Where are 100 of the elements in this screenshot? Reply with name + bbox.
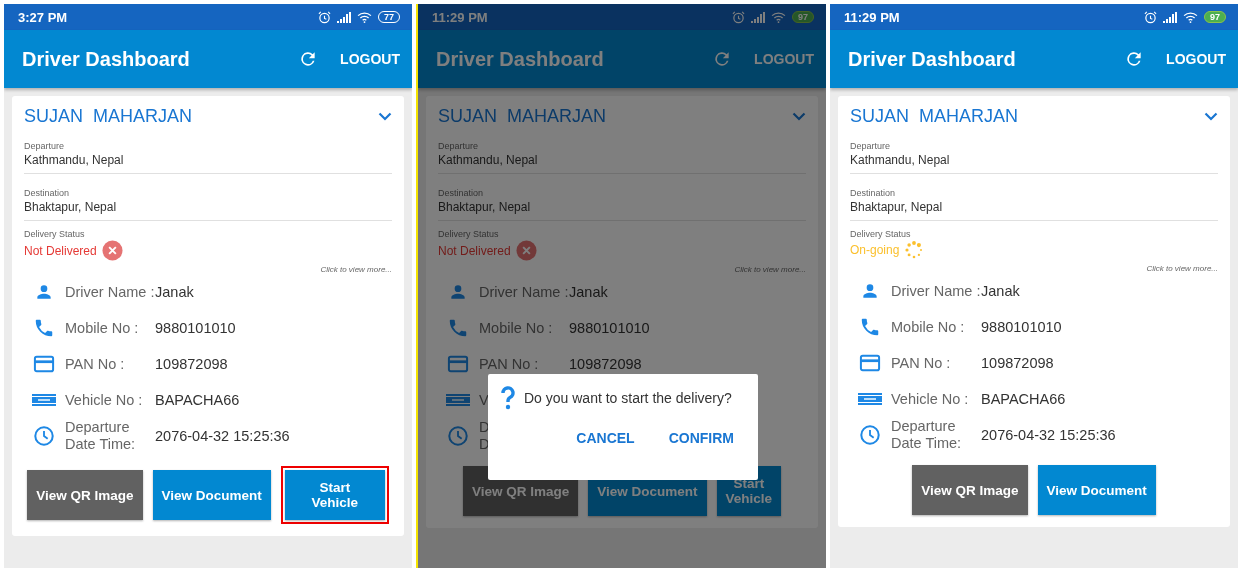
detail-label: Mobile No : xyxy=(891,318,966,336)
clock-icon xyxy=(447,425,469,447)
app-title: Driver Dashboard xyxy=(848,47,1016,71)
action-button[interactable]: View Document xyxy=(1037,465,1156,515)
person-icon xyxy=(860,281,880,301)
detail-value: BAPACHA66 xyxy=(981,391,1066,407)
detail-value: 109872098 xyxy=(155,356,228,372)
detail-label: Vehicle No : xyxy=(891,390,970,408)
detail-value: 9880101010 xyxy=(155,320,236,336)
detail-value: 9880101010 xyxy=(569,320,650,336)
detail-value: 2076-04-32 15:25:36 xyxy=(155,428,290,444)
signal-icon xyxy=(751,11,765,23)
license-plate-icon xyxy=(32,394,56,406)
detail-value: 9880101010 xyxy=(981,319,1062,335)
delivery-status: Not Delivered xyxy=(438,243,511,258)
detail-label: Departure Date Time: xyxy=(891,418,963,452)
error-icon xyxy=(515,240,537,261)
person-icon xyxy=(34,282,54,302)
view-more-link[interactable]: Click to view more... xyxy=(850,264,1218,273)
detail-label: PAN No : xyxy=(479,355,540,373)
detail-label: Driver Name : xyxy=(891,282,981,300)
logout-button[interactable]: LOGOUT xyxy=(754,51,814,67)
credit-card-icon xyxy=(859,353,881,373)
field-label: Destination xyxy=(24,188,71,198)
field-value: Bhaktapur, Nepal xyxy=(24,200,118,214)
field-label: Departure xyxy=(850,141,892,151)
detail-value: 109872098 xyxy=(981,355,1054,371)
dialog-button[interactable]: CANCEL xyxy=(574,426,637,450)
license-plate-icon xyxy=(858,393,882,405)
delivery-status: Not Delivered xyxy=(24,243,97,258)
view-more-link[interactable]: Click to view more... xyxy=(24,265,392,274)
detail-label: Mobile No : xyxy=(479,319,554,337)
signal-icon xyxy=(337,11,351,23)
field-value: Kathmandu, Nepal xyxy=(24,153,125,167)
clock-time: 11:29 PM xyxy=(844,9,900,25)
detail-label: Driver Name : xyxy=(479,283,569,301)
logout-button[interactable]: LOGOUT xyxy=(1166,51,1226,67)
field-label: Destination xyxy=(850,188,897,198)
detail-value: Janak xyxy=(569,284,608,300)
battery-indicator: 97 xyxy=(1204,11,1226,23)
field-value: Bhaktapur, Nepal xyxy=(438,200,532,214)
question-icon xyxy=(500,386,516,410)
clock-time: 11:29 PM xyxy=(432,9,488,25)
wifi-icon xyxy=(1183,11,1198,23)
customer-name: SUJAN MAHARJAN xyxy=(438,106,607,127)
person-icon xyxy=(448,282,468,302)
detail-value: Janak xyxy=(981,283,1020,299)
field-label: Departure xyxy=(24,141,66,151)
logout-button[interactable]: LOGOUT xyxy=(340,51,400,67)
detail-label: Mobile No : xyxy=(65,319,140,337)
detail-value: BAPACHA66 xyxy=(155,392,240,408)
detail-value: 2076-04-32 15:25:36 xyxy=(981,427,1116,443)
view-more-link[interactable]: Click to view more... xyxy=(438,265,806,274)
detail-label: V xyxy=(479,391,489,409)
alarm-icon xyxy=(732,10,745,24)
field-label: Destination xyxy=(438,188,485,198)
field-value: Kathmandu, Nepal xyxy=(438,153,539,167)
phone-icon xyxy=(859,316,881,338)
battery-indicator: 97 xyxy=(792,11,814,23)
delivery-status: On-going xyxy=(850,243,900,257)
license-plate-icon xyxy=(446,394,470,406)
field-label: Delivery Status xyxy=(24,229,86,239)
wifi-icon xyxy=(357,11,372,23)
action-button[interactable]: Start Vehicle xyxy=(284,470,385,520)
app-title: Driver Dashboard xyxy=(436,47,604,71)
alarm-icon xyxy=(1144,10,1157,24)
detail-value: 109872098 xyxy=(569,356,642,372)
chevron-down-icon[interactable] xyxy=(792,112,806,121)
phone-icon xyxy=(33,317,55,339)
field-value: Kathmandu, Nepal xyxy=(850,153,951,167)
detail-label: PAN No : xyxy=(891,354,952,372)
detail-label: Driver Name : xyxy=(65,283,155,301)
clock-icon xyxy=(33,425,55,447)
dialog-message: Do you want to start the delivery? xyxy=(524,390,732,406)
action-button[interactable]: View Document xyxy=(152,470,271,520)
chevron-down-icon[interactable] xyxy=(378,112,392,121)
signal-icon xyxy=(1163,11,1177,23)
app-title: Driver Dashboard xyxy=(22,47,190,71)
detail-label: PAN No : xyxy=(65,355,126,373)
credit-card-icon xyxy=(33,354,55,374)
field-value: Bhaktapur, Nepal xyxy=(850,200,944,214)
dialog-button[interactable]: CONFIRM xyxy=(666,426,736,450)
detail-label: Departure Date Time: xyxy=(65,419,137,453)
detail-value: Janak xyxy=(155,284,194,300)
customer-name: SUJAN MAHARJAN xyxy=(24,106,193,127)
action-button[interactable]: View QR Image xyxy=(912,465,1028,515)
wifi-icon xyxy=(771,11,786,23)
loading-spinner-icon xyxy=(904,240,925,260)
field-label: Departure xyxy=(438,141,480,151)
field-label: Delivery Status xyxy=(438,229,500,239)
clock-time: 3:27 PM xyxy=(18,9,68,25)
action-button[interactable]: View QR Image xyxy=(27,470,143,520)
credit-card-icon xyxy=(447,354,469,374)
field-label: Delivery Status xyxy=(850,229,912,239)
alarm-icon xyxy=(318,10,331,24)
chevron-down-icon[interactable] xyxy=(1204,112,1218,121)
customer-name: SUJAN MAHARJAN xyxy=(850,106,1019,127)
clock-icon xyxy=(859,424,881,446)
error-icon xyxy=(101,240,123,261)
phone-icon xyxy=(447,317,469,339)
